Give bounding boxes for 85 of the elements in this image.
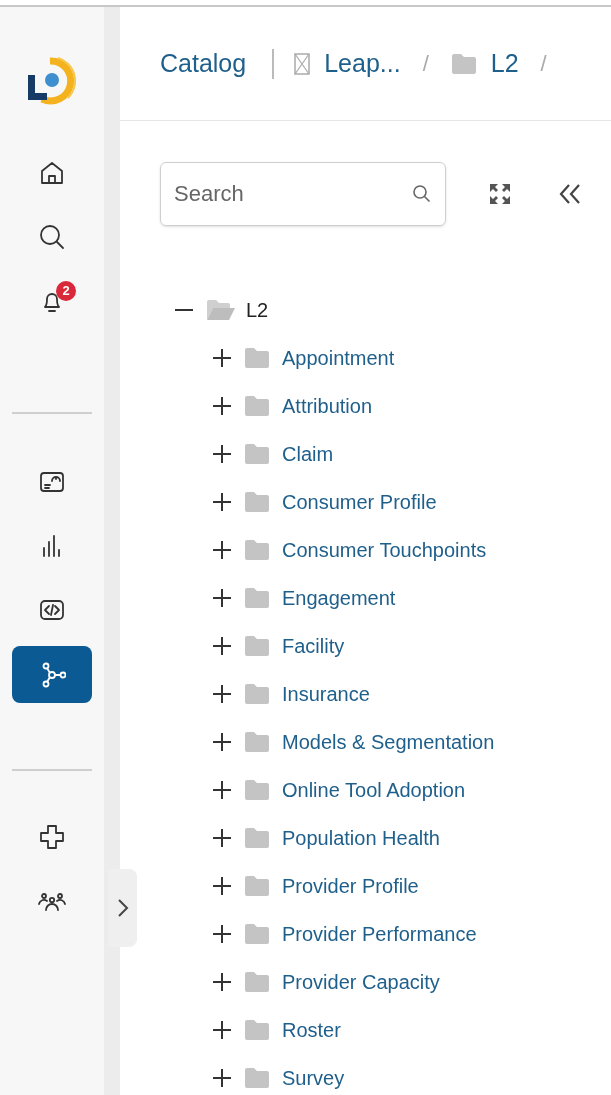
open-folder-icon xyxy=(206,299,236,321)
plus-icon xyxy=(213,637,231,655)
plus-icon xyxy=(213,973,231,991)
expand-toggle[interactable] xyxy=(212,444,232,464)
folder-icon xyxy=(244,443,270,465)
plus-icon xyxy=(213,685,231,703)
sidebar-item[interactable] xyxy=(12,646,92,703)
plus-icon xyxy=(213,1069,231,1087)
expand-toggle[interactable] xyxy=(212,972,232,992)
plus-icon xyxy=(213,829,231,847)
expand-toggle[interactable] xyxy=(212,588,232,608)
search-icon xyxy=(412,184,432,204)
plus-icon xyxy=(213,397,231,415)
tree-item[interactable]: Online Tool Adoption xyxy=(282,775,466,805)
expand-toggle[interactable] xyxy=(212,396,232,416)
tree-item[interactable]: Engagement xyxy=(282,583,396,613)
plus-icon xyxy=(213,1021,231,1039)
tree-item[interactable]: Appointment xyxy=(282,343,395,373)
breadcrumb-link[interactable]: Catalog xyxy=(160,44,247,83)
expand-toggle[interactable] xyxy=(212,828,232,848)
plus-icon xyxy=(213,445,231,463)
folder-icon xyxy=(244,395,270,417)
tree-item[interactable]: Survey xyxy=(282,1063,345,1093)
expand-toggle[interactable] xyxy=(212,732,232,752)
expand-toggle[interactable] xyxy=(212,876,232,896)
search-field[interactable]: Search xyxy=(160,162,446,226)
plus-icon xyxy=(213,925,231,943)
tree-item[interactable]: Consumer Profile xyxy=(282,487,437,517)
minus-icon xyxy=(175,309,193,311)
expand-toggle[interactable] xyxy=(212,684,232,704)
expand-arrows-icon xyxy=(488,182,512,206)
chevron-right-icon xyxy=(116,898,129,918)
plus-icon xyxy=(213,733,231,751)
breadcrumb-separator: / xyxy=(422,50,429,78)
folder-icon xyxy=(244,491,270,513)
tree-item[interactable]: Population Health xyxy=(282,823,440,853)
folder-icon xyxy=(244,1067,270,1089)
tree-item[interactable]: Provider Performance xyxy=(282,919,477,949)
folder-icon xyxy=(244,683,270,705)
search-icon xyxy=(38,223,66,251)
plus-icon xyxy=(213,493,231,511)
expand-toggle[interactable] xyxy=(212,924,232,944)
folder-icon xyxy=(244,923,270,945)
folder-icon xyxy=(244,731,270,753)
plus-icon xyxy=(213,349,231,367)
plus-icon xyxy=(213,877,231,895)
folder-icon xyxy=(244,827,270,849)
expand-toggle[interactable] xyxy=(212,348,232,368)
expand-toggle[interactable] xyxy=(212,1068,232,1088)
tree-item[interactable]: Claim xyxy=(282,439,334,469)
folder-icon xyxy=(244,875,270,897)
home-icon xyxy=(38,159,66,187)
tree-item[interactable]: Facility xyxy=(282,631,345,661)
expand-toggle[interactable] xyxy=(212,492,232,512)
breadcrumb-link[interactable]: L2 xyxy=(490,44,519,83)
tree-item[interactable]: Models & Segmentation xyxy=(282,727,495,757)
folder-icon xyxy=(244,539,270,561)
folder-icon xyxy=(244,635,270,657)
sidebar-item[interactable]: 2 xyxy=(12,273,92,329)
breadcrumb-separator: / xyxy=(540,50,547,78)
plus-icon xyxy=(213,541,231,559)
folder-icon xyxy=(244,971,270,993)
breadcrumb-link[interactable]: Leap... xyxy=(324,44,401,83)
tree-item[interactable]: Provider Capacity xyxy=(282,967,440,997)
double-chevron-left-icon xyxy=(558,183,582,205)
plus-icon xyxy=(213,781,231,799)
folder-icon xyxy=(244,779,270,801)
tree-item[interactable]: L2 xyxy=(246,295,269,325)
tree-item[interactable]: Attribution xyxy=(282,391,373,421)
expand-toggle[interactable] xyxy=(212,780,232,800)
tree-item[interactable]: Insurance xyxy=(282,679,370,709)
folder-icon xyxy=(244,347,270,369)
plus-icon xyxy=(213,589,231,607)
folder-icon xyxy=(244,587,270,609)
folder-icon xyxy=(450,52,477,75)
expand-toggle[interactable] xyxy=(212,540,232,560)
table-icon xyxy=(294,52,311,75)
tree-item[interactable]: Consumer Touchpoints xyxy=(282,535,487,565)
tree-item[interactable]: Provider Profile xyxy=(282,871,419,901)
expand-toggle[interactable] xyxy=(212,1020,232,1040)
folder-icon xyxy=(244,1019,270,1041)
cross-icon xyxy=(38,823,66,851)
notification-badge: 2 xyxy=(56,281,76,301)
expand-toggle[interactable] xyxy=(212,636,232,656)
tree-item[interactable]: Roster xyxy=(282,1015,341,1045)
